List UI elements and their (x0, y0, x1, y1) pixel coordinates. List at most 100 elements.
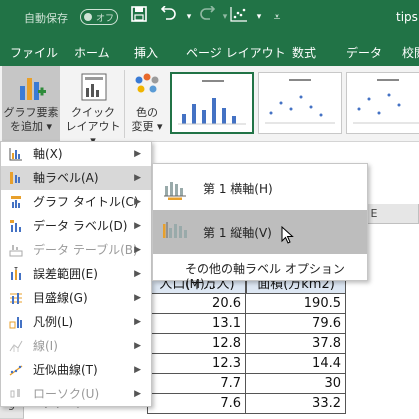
menu-item-lines[interactable]: 線(I) ▶ (1, 334, 151, 358)
add-chart-element-label-2: を追加 ▾ (9, 120, 53, 133)
menu-item-gridlines[interactable]: 目盛線(G) ▶ (1, 286, 151, 310)
ribbon: グラフ要素 を追加 ▾ クイック レイアウト ▾ 色の 変更 ▾ (0, 66, 419, 147)
add-chart-element-button[interactable]: グラフ要素 を追加 ▾ (2, 66, 60, 142)
menu-item-label: 軸ラベル(A) (33, 171, 99, 185)
change-colors-button[interactable]: 色の 変更 ▾ (126, 66, 168, 142)
submenu-arrow-icon: ▶ (134, 341, 141, 351)
menu-item-label: 誤差範囲(E) (33, 267, 98, 281)
primary-vertical-axis-title[interactable]: 第 1 縦軸(V) (153, 210, 367, 254)
submenu-arrow-icon: ▶ (134, 197, 141, 207)
submenu-arrow-icon: ▶ (134, 149, 141, 159)
submenu-item-label: その他の軸ラベル オプション(M)... (185, 262, 345, 291)
change-colors-label-2: 変更 ▾ (131, 120, 163, 133)
menu-item-label: 近似曲線(T) (33, 363, 98, 377)
customize-toolbar-icon[interactable]: ⩡ (266, 6, 288, 28)
add-chart-element-label-1: グラフ要素 (3, 106, 59, 119)
menu-item-trendline[interactable]: 近似曲線(T) ▶ (1, 358, 151, 382)
submenu-arrow-icon: ▶ (134, 317, 141, 327)
add-chart-element-menu: 軸(X) ▶ 軸ラベル(A) ▶ グラフ タイトル(C) ▶ データ ラベル(D) ▶ … (0, 141, 152, 407)
menu-item-legend[interactable]: 凡例(L) ▶ (1, 310, 151, 334)
submenu-arrow-icon: ▶ (134, 365, 141, 375)
menu-item-label: 目盛線(G) (33, 291, 88, 305)
axis-titles-submenu: 第 1 横軸(H) 第 1 縦軸(V) その他の軸ラベル オプション(M)... (152, 163, 368, 291)
cell-pop[interactable]: 12.3 (148, 354, 246, 374)
data-labels-icon (10, 220, 21, 232)
tab-home[interactable]: ホーム (74, 44, 110, 61)
vertical-axis-title-icon (163, 222, 187, 238)
more-axis-title-options[interactable]: その他の軸ラベル オプション(M)... (153, 256, 367, 291)
tab-file[interactable]: ファイル (10, 44, 58, 61)
menu-item-data-labels[interactable]: データ ラベル(D) ▶ (1, 214, 151, 238)
menu-item-axis-titles[interactable]: 軸ラベル(A) ▶ (1, 166, 151, 190)
cell-area[interactable]: 30 (246, 374, 346, 394)
cell-pop[interactable]: 13.1 (148, 314, 246, 334)
add-chart-element-icon (20, 78, 46, 100)
cell-area[interactable]: 79.6 (246, 314, 346, 334)
cell-area[interactable]: 190.5 (246, 294, 346, 314)
menu-item-error-bars[interactable]: 誤差範囲(E) ▶ (1, 262, 151, 286)
quick-layout-label-1: クイック (71, 106, 115, 119)
chart-style-thumb[interactable] (258, 72, 342, 134)
menu-item-label: 凡例(L) (33, 315, 74, 329)
autosave-label: 自動保存 (24, 12, 68, 25)
horizontal-axis-title-icon (164, 182, 186, 200)
tab-page-layout[interactable]: ページ レイアウト (186, 44, 286, 61)
chart-style-thumb[interactable] (170, 72, 254, 134)
submenu-arrow-icon: ▶ (134, 269, 141, 279)
menu-item-chart-title[interactable]: グラフ タイトル(C) ▶ (1, 190, 151, 214)
menu-item-label: グラフ タイトル(C) (33, 195, 139, 209)
gridlines-icon (10, 293, 22, 304)
autosave-state: オフ (96, 14, 115, 24)
axes-icon (9, 148, 22, 161)
error-bars-icon (11, 267, 21, 280)
quick-layout-button[interactable]: クイック レイアウト ▾ (64, 66, 122, 147)
menu-item-label: データ テーブル(B) (33, 243, 138, 257)
submenu-arrow-icon: ▶ (134, 245, 141, 255)
tab-formulas[interactable]: 数式 (292, 44, 316, 61)
submenu-arrow-icon: ▶ (134, 293, 141, 303)
scatter-chart-icon[interactable] (228, 6, 250, 28)
tab-insert[interactable]: 挿入 (134, 44, 158, 61)
menu-item-axes[interactable]: 軸(X) ▶ (1, 142, 151, 166)
palette-icon (135, 73, 159, 93)
data-table-icon (9, 245, 23, 257)
cell-pop[interactable]: 20.6 (148, 294, 246, 314)
menu-item-label: 軸(X) (33, 147, 63, 161)
chart-style-thumb[interactable] (346, 72, 419, 134)
chart-styles-gallery (170, 72, 419, 134)
submenu-arrow-icon: ▶ (134, 389, 141, 399)
tab-data[interactable]: データ (346, 44, 382, 61)
updown-bars-icon (10, 389, 20, 398)
cell-area[interactable]: 14.4 (246, 354, 346, 374)
submenu-arrow-icon: ▶ (134, 221, 141, 231)
cell-pop[interactable]: 7.7 (148, 374, 246, 394)
undo-icon[interactable] (158, 5, 180, 28)
autosave-toggle[interactable]: オフ (80, 9, 118, 25)
primary-horizontal-axis-title[interactable]: 第 1 横軸(H) (153, 168, 367, 210)
change-colors-label-1: 色の (136, 106, 158, 119)
axis-labels-icon (10, 172, 20, 184)
menu-item-label: ローソク(U) (33, 387, 100, 401)
menu-item-data-table[interactable]: データ テーブル(B) ▶ (1, 238, 151, 262)
submenu-arrow-icon: ▶ (134, 173, 141, 183)
submenu-item-label: 第 1 縦軸(V) (203, 226, 272, 240)
menu-item-label: データ ラベル(D) (33, 219, 128, 233)
tab-review[interactable]: 校閲 (402, 44, 419, 61)
save-icon[interactable] (128, 6, 150, 28)
ribbon-tabs: ファイル ホーム 挿入 ページ レイアウト 数式 データ 校閲 (0, 36, 419, 66)
cell-pop[interactable]: 7.6 (148, 394, 246, 414)
file-name: tips (396, 10, 418, 24)
cell-pop[interactable]: 12.8 (148, 334, 246, 354)
menu-item-up-down-bars[interactable]: ローソク(U) ▶ (1, 382, 151, 406)
mouse-cursor-icon (281, 226, 294, 244)
cell-area[interactable]: 37.8 (246, 334, 346, 354)
legend-icon (9, 317, 22, 329)
cell-area[interactable]: 33.2 (246, 394, 346, 414)
menu-item-label: 線(I) (33, 339, 58, 353)
submenu-item-label: 第 1 横軸(H) (203, 182, 273, 196)
ribbon-separator (124, 70, 125, 138)
trendline-icon (9, 365, 23, 376)
chart-title-icon (11, 196, 21, 208)
toggle-knob (84, 13, 92, 21)
quick-layout-icon (81, 73, 107, 101)
